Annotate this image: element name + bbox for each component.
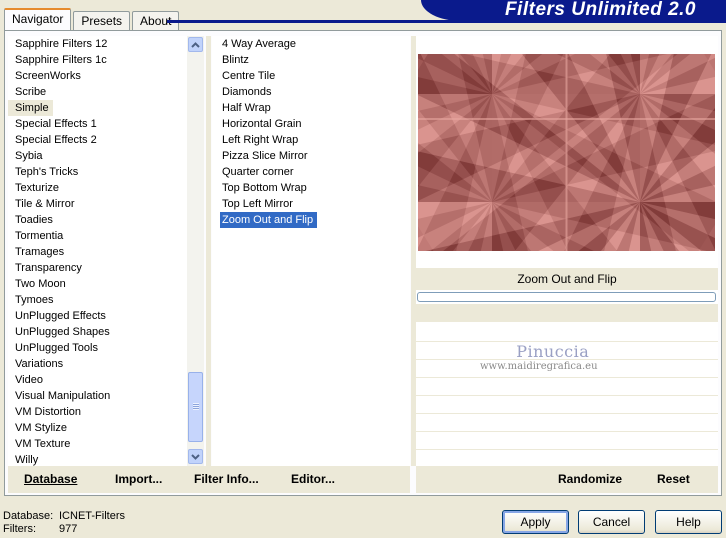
progress-bar bbox=[417, 292, 716, 302]
list-item[interactable]: ScreenWorks bbox=[8, 68, 204, 84]
banner-underline bbox=[167, 20, 726, 23]
cancel-button[interactable]: Cancel bbox=[578, 510, 645, 534]
list-item[interactable]: Transparency bbox=[8, 260, 204, 276]
list-item[interactable]: Diamonds bbox=[220, 84, 410, 100]
preview-image bbox=[418, 54, 715, 251]
list-item[interactable]: Tile & Mirror bbox=[8, 196, 204, 212]
list-item[interactable]: VM Distortion bbox=[8, 404, 204, 420]
database-button-label: Database bbox=[24, 472, 78, 486]
list-item[interactable]: Left Right Wrap bbox=[220, 132, 410, 148]
list-item[interactable]: UnPlugged Effects bbox=[8, 308, 204, 324]
list-item[interactable]: Tramages bbox=[8, 244, 204, 260]
list-item[interactable]: Texturize bbox=[8, 180, 204, 196]
tab-presets[interactable]: Presets bbox=[73, 11, 131, 30]
list-item[interactable]: Toadies bbox=[8, 212, 204, 228]
preview-panel: Zoom Out and Flip Pinuccia www.maidiregr… bbox=[416, 36, 718, 468]
list-item[interactable]: Teph's Tricks bbox=[8, 164, 204, 180]
list-item[interactable]: Visual Manipulation bbox=[8, 388, 204, 404]
list-item[interactable]: VM Stylize bbox=[8, 420, 204, 436]
list-item[interactable]: Sapphire Filters 12 bbox=[8, 36, 204, 52]
filter-name-caption: Zoom Out and Flip bbox=[416, 268, 718, 290]
list-item[interactable]: UnPlugged Shapes bbox=[8, 324, 204, 340]
list-item[interactable]: UnPlugged Tools bbox=[8, 340, 204, 356]
navigator-button-bar: Database Import... Filter Info... Editor… bbox=[8, 466, 410, 493]
filter-info-button[interactable]: Filter Info... bbox=[194, 472, 259, 486]
watermark: Pinuccia www.maidiregrafica.eu bbox=[480, 342, 598, 372]
list-item[interactable]: Blintz bbox=[220, 52, 410, 68]
import-button[interactable]: Import... bbox=[115, 472, 162, 486]
list-item[interactable]: Quarter corner bbox=[220, 164, 410, 180]
scroll-down-button[interactable] bbox=[188, 449, 203, 464]
list-item[interactable]: Two Moon bbox=[8, 276, 204, 292]
category-list[interactable]: Sapphire Filters 12 Sapphire Filters 1c Sc… bbox=[8, 36, 204, 466]
tab-navigator[interactable]: Navigator bbox=[4, 8, 72, 30]
list-item[interactable]: Half Wrap bbox=[220, 100, 410, 116]
category-scrollbar[interactable] bbox=[187, 36, 204, 466]
scroll-thumb[interactable] bbox=[188, 372, 203, 442]
list-item[interactable]: Pizza Slice Mirror bbox=[220, 148, 410, 164]
list-item[interactable]: 4 Way Average bbox=[220, 36, 410, 52]
filter-list[interactable]: 4 Way Average Blintz Centre Tile Diamonds Ha… bbox=[212, 36, 410, 466]
list-item[interactable]: Zoom Out and Flip bbox=[220, 212, 318, 228]
apply-button[interactable]: Apply bbox=[502, 510, 569, 534]
scroll-up-button[interactable] bbox=[188, 37, 203, 52]
list-item[interactable]: Simple bbox=[8, 100, 53, 116]
database-value: ICNET-Filters bbox=[59, 510, 125, 522]
pane-divider bbox=[206, 36, 211, 466]
editor-button[interactable]: Editor... bbox=[291, 472, 335, 486]
list-item[interactable]: Scribe bbox=[8, 84, 204, 100]
database-button[interactable]: Database bbox=[24, 472, 77, 486]
list-item[interactable]: Variations bbox=[8, 356, 204, 372]
list-item[interactable]: Special Effects 2 bbox=[8, 132, 204, 148]
watermark-url: www.maidiregrafica.eu bbox=[480, 361, 598, 372]
list-item[interactable]: Tormentia bbox=[8, 228, 204, 244]
list-item[interactable]: Sapphire Filters 1c bbox=[8, 52, 204, 68]
list-item[interactable]: Top Bottom Wrap bbox=[220, 180, 410, 196]
list-item[interactable]: Special Effects 1 bbox=[8, 116, 204, 132]
preview-button-bar: Randomize Reset bbox=[416, 466, 718, 493]
tab-strip: Navigator Presets About bbox=[4, 8, 181, 30]
list-item[interactable]: Video bbox=[8, 372, 204, 388]
reset-button[interactable]: Reset bbox=[657, 472, 690, 486]
list-item[interactable]: Tymoes bbox=[8, 292, 204, 308]
title-banner: Filters Unlimited 2.0 bbox=[421, 0, 726, 21]
banner-title: Filters Unlimited 2.0 bbox=[504, 0, 696, 20]
status-info: Database: ICNET-Filters Filters: 977 bbox=[3, 510, 125, 536]
filters-label: Filters: bbox=[3, 523, 36, 535]
database-label: Database: bbox=[3, 510, 54, 522]
filters-count: 977 bbox=[59, 523, 78, 535]
watermark-name: Pinuccia bbox=[516, 342, 590, 361]
list-item[interactable]: Horizontal Grain bbox=[220, 116, 410, 132]
help-button[interactable]: Help bbox=[655, 510, 722, 534]
control-separator bbox=[416, 304, 718, 322]
list-item[interactable]: Top Left Mirror bbox=[220, 196, 410, 212]
chevron-up-icon bbox=[191, 41, 200, 48]
list-item[interactable]: Centre Tile bbox=[220, 68, 410, 84]
randomize-button[interactable]: Randomize bbox=[558, 472, 622, 486]
list-item[interactable]: Sybia bbox=[8, 148, 204, 164]
chevron-down-icon bbox=[191, 453, 200, 460]
list-item[interactable]: VM Texture bbox=[8, 436, 204, 452]
